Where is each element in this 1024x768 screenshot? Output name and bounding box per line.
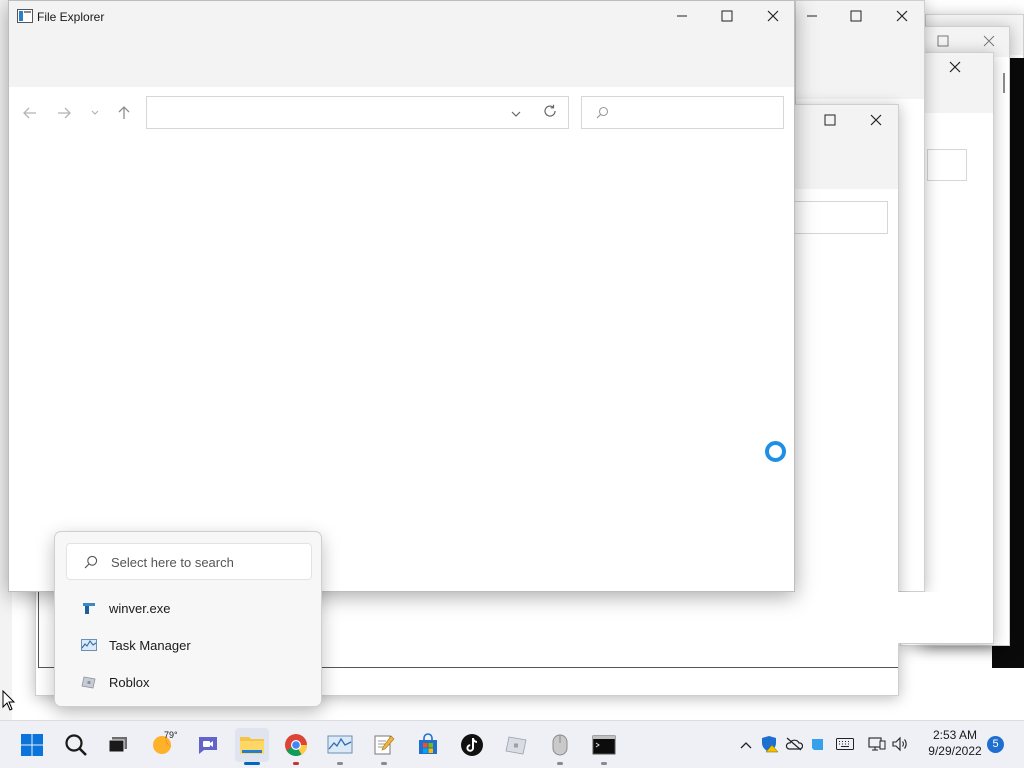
taskbar-file-explorer[interactable] (235, 728, 269, 765)
file-explorer-app-icon (17, 9, 33, 23)
close-icon[interactable] (864, 108, 888, 132)
refresh-icon[interactable] (543, 104, 559, 120)
running-indicator (337, 762, 343, 765)
running-indicator (557, 762, 563, 765)
clock-date: 9/29/2022 (928, 744, 982, 758)
search-box[interactable] (581, 96, 784, 129)
close-icon[interactable] (977, 29, 1001, 53)
running-indicator (293, 762, 299, 765)
windows-start-icon (21, 734, 43, 756)
file-explorer-window[interactable]: File Explorer (8, 0, 795, 592)
jumplist-item-roblox[interactable]: Roblox (55, 665, 321, 699)
volume-icon[interactable] (891, 735, 909, 753)
taskbar-roblox[interactable] (499, 728, 533, 762)
terminal-icon (592, 735, 616, 755)
close-icon[interactable] (890, 4, 914, 28)
background-address-field[interactable] (927, 149, 967, 181)
taskbar-terminal[interactable] (587, 728, 621, 765)
jumplist-item-label: winver.exe (109, 600, 171, 616)
task-manager-icon (81, 639, 97, 651)
mouse-cursor-icon (2, 690, 16, 711)
search-icon (84, 555, 98, 569)
chat-button[interactable] (191, 728, 225, 762)
task-manager-icon (327, 735, 353, 754)
background-window-bottom-edge-2 (898, 592, 978, 644)
maximize-icon[interactable] (715, 4, 739, 28)
recent-chevron-down-icon[interactable] (84, 102, 106, 124)
taskbar-notepad[interactable] (367, 728, 401, 765)
address-chevron-down-icon[interactable] (511, 107, 525, 119)
background-window-3b[interactable] (918, 52, 1005, 644)
up-arrow-icon[interactable] (113, 102, 135, 124)
folder-icon (240, 737, 264, 754)
jumplist-item-winver[interactable]: winver.exe (55, 591, 321, 625)
keyboard-icon[interactable] (836, 735, 854, 753)
running-indicator (244, 762, 260, 765)
show-hidden-icons-chevron-up-icon[interactable] (737, 736, 755, 754)
close-icon[interactable] (943, 55, 967, 79)
store-icon (419, 733, 437, 754)
search-icon (596, 106, 610, 120)
jumplist-item-task-manager[interactable]: Task Manager (55, 628, 321, 662)
address-bar[interactable] (146, 96, 569, 129)
window-title: File Explorer (37, 10, 105, 24)
close-icon[interactable] (761, 4, 785, 28)
jumplist-item-label: Task Manager (109, 637, 191, 653)
loading-spinner-icon (765, 441, 786, 462)
notification-count-badge[interactable]: 5 (987, 736, 1004, 753)
roblox-icon (505, 736, 527, 755)
maximize-icon[interactable] (931, 29, 955, 53)
clock[interactable]: 2:53 AM 9/29/2022 (920, 727, 990, 759)
minimize-icon[interactable] (800, 4, 824, 28)
roblox-icon (81, 676, 96, 689)
back-arrow-icon[interactable] (19, 102, 41, 124)
chrome-icon (285, 734, 307, 756)
jumplist-search-placeholder: Select here to search (111, 555, 234, 570)
taskbar-chrome[interactable] (279, 728, 313, 765)
maximize-icon[interactable] (818, 108, 842, 132)
taskbar-task-manager[interactable] (323, 728, 357, 765)
maximize-icon[interactable] (844, 4, 868, 28)
taskbar-tiktok[interactable] (455, 728, 489, 762)
tiktok-icon (461, 734, 483, 756)
search-icon (65, 734, 87, 756)
start-button[interactable] (15, 728, 49, 762)
taskbar-jumplist-popup: Select here to search winver.exe Task Ma… (54, 531, 322, 707)
jumplist-item-label: Roblox (109, 674, 150, 690)
taskbar-search-button[interactable] (59, 728, 93, 762)
jumplist-search-input[interactable]: Select here to search (66, 543, 312, 580)
task-view-icon (108, 737, 127, 753)
taskbar-store[interactable] (411, 728, 445, 762)
scrollbar[interactable] (1003, 73, 1005, 93)
security-shield-warning-icon[interactable] (761, 735, 779, 753)
onedrive-offline-icon[interactable] (785, 735, 803, 753)
clock-time: 2:53 AM (932, 728, 978, 742)
teams-chat-icon (199, 737, 217, 754)
notepad-icon (374, 735, 395, 755)
winver-icon (83, 603, 95, 614)
weather-temperature: 79° (164, 730, 178, 740)
mouse-icon (552, 734, 568, 756)
app-tray-blue-icon[interactable] (809, 735, 827, 753)
minimize-icon[interactable] (670, 4, 694, 28)
network-icon[interactable] (868, 735, 886, 753)
running-indicator (381, 762, 387, 765)
running-indicator (601, 762, 607, 765)
task-view-button[interactable] (101, 728, 135, 762)
taskbar-mouse-app[interactable] (543, 728, 577, 765)
forward-arrow-icon[interactable] (53, 102, 75, 124)
